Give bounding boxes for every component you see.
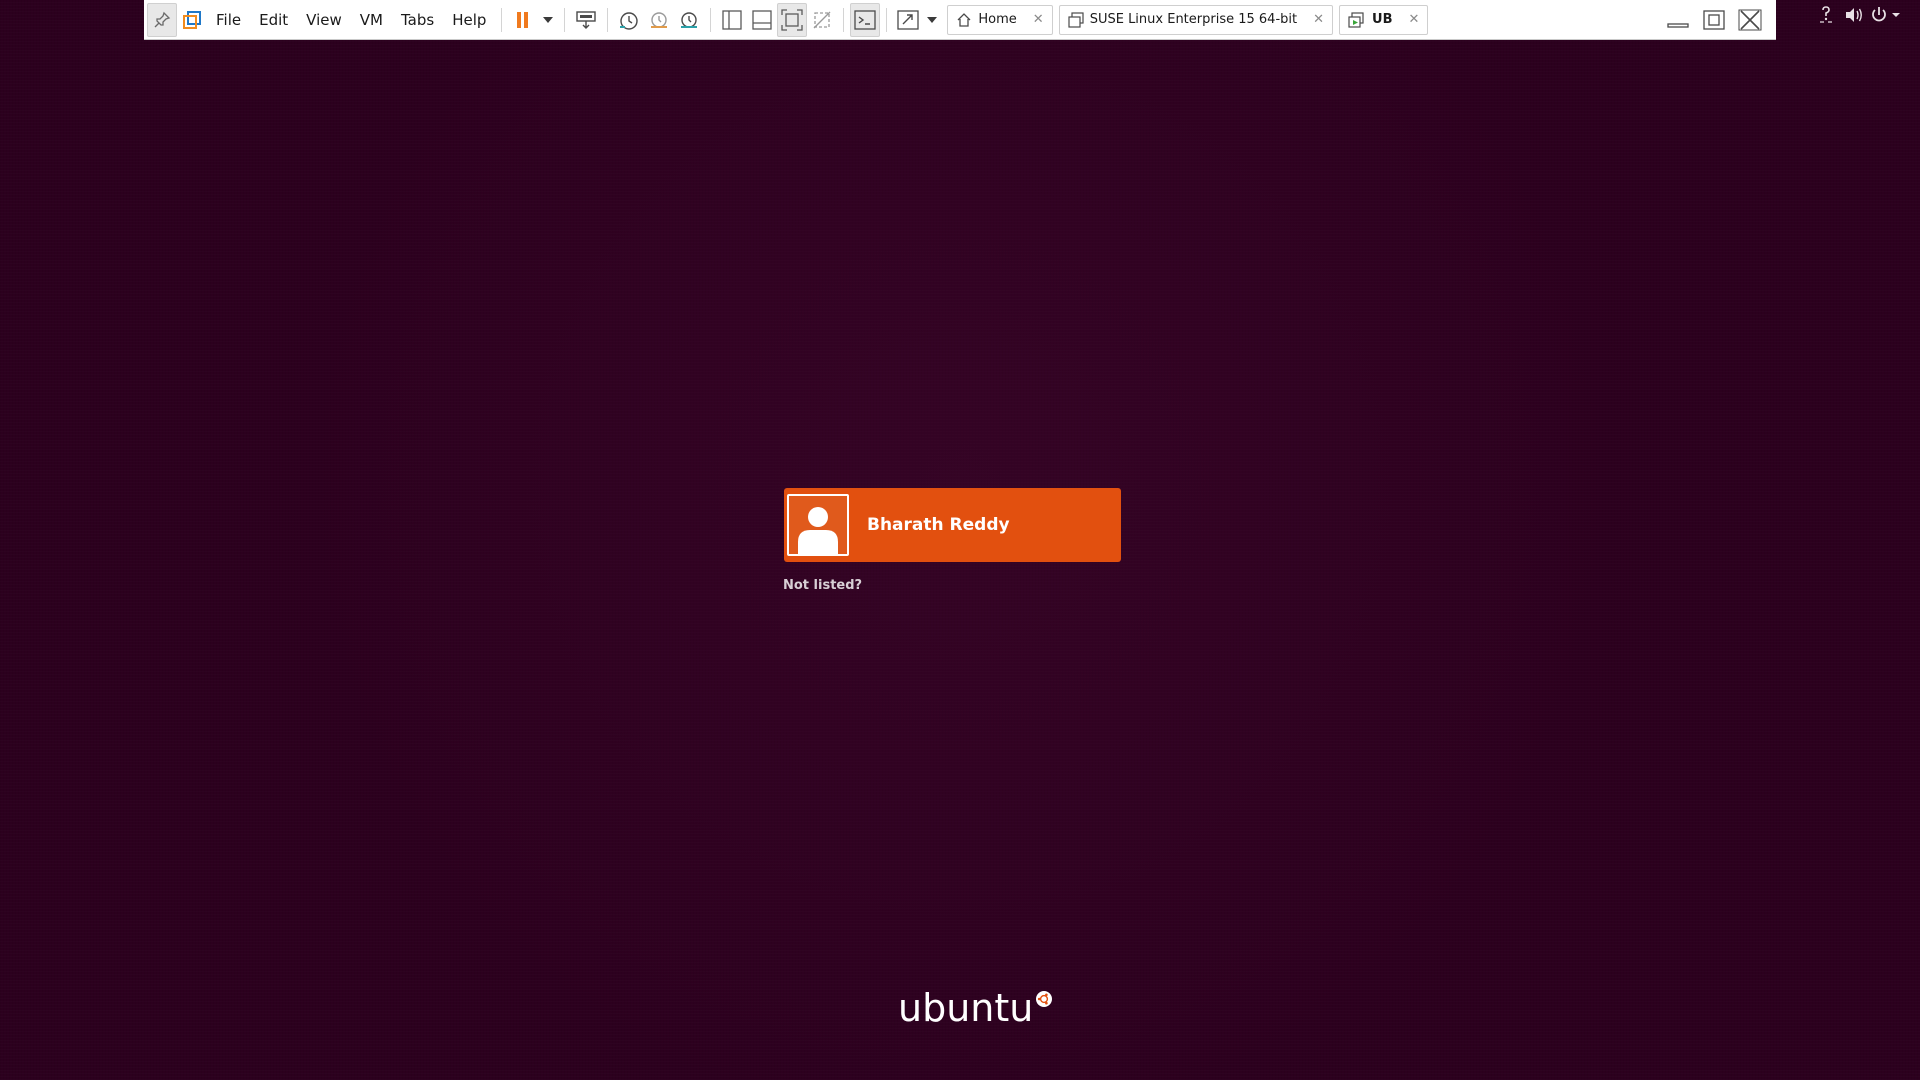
- accessibility-icon[interactable]: [1812, 2, 1840, 28]
- toolbar-separator: [710, 7, 712, 32]
- vmware-toolbar: File Edit View VM Tabs Help Home ✕ SUSE …: [144, 0, 1776, 40]
- panel-indicators: [1812, 2, 1906, 28]
- tab-home[interactable]: Home ✕: [947, 4, 1053, 35]
- toolbar-separator: [564, 7, 566, 32]
- tab-ub[interactable]: UB ✕: [1339, 4, 1429, 35]
- volume-icon[interactable]: [1840, 2, 1868, 28]
- home-icon: [957, 12, 971, 27]
- menu-edit[interactable]: Edit: [250, 3, 297, 37]
- revert-snapshot-icon[interactable]: [644, 3, 674, 37]
- tab-suse[interactable]: SUSE Linux Enterprise 15 64-bit ✕: [1058, 4, 1334, 35]
- unity-mode-icon[interactable]: [807, 3, 837, 37]
- menu-file[interactable]: File: [207, 3, 250, 37]
- show-library-icon[interactable]: [717, 3, 747, 37]
- close-icon[interactable]: ✕: [1033, 12, 1044, 27]
- vmware-logo-icon[interactable]: [177, 3, 207, 37]
- tab-home-label: Home: [978, 12, 1017, 27]
- user-avatar-icon: [798, 507, 838, 554]
- pin-toolbar-icon[interactable]: [147, 2, 177, 37]
- console-view-icon[interactable]: [850, 2, 881, 37]
- minimize-icon[interactable]: [1660, 2, 1696, 38]
- menu-help[interactable]: Help: [443, 3, 495, 37]
- power-options-dropdown-icon[interactable]: [538, 3, 558, 37]
- menu-vm[interactable]: VM: [351, 3, 392, 37]
- circle-of-friends-icon: [1036, 991, 1053, 1007]
- snapshot-manager-icon[interactable]: [674, 3, 704, 37]
- take-snapshot-icon[interactable]: [614, 3, 644, 37]
- vm-tab-icon: [1068, 11, 1084, 28]
- toolbar-separator: [501, 7, 503, 32]
- user-login-card[interactable]: Bharath Reddy: [784, 488, 1121, 562]
- avatar: [787, 494, 849, 556]
- close-window-icon[interactable]: [1732, 2, 1768, 38]
- full-screen-icon[interactable]: [777, 2, 808, 37]
- stretch-guest-icon[interactable]: [893, 3, 923, 37]
- tab-suse-label: SUSE Linux Enterprise 15 64-bit: [1089, 12, 1298, 27]
- vm-running-tab-icon: [1348, 11, 1364, 28]
- user-name: Bharath Reddy: [867, 515, 1010, 535]
- tab-ub-label: UB: [1372, 12, 1393, 27]
- menu-tabs[interactable]: Tabs: [392, 3, 443, 37]
- power-icon[interactable]: [1868, 2, 1906, 28]
- pause-vm-button[interactable]: [508, 3, 538, 37]
- not-listed-link[interactable]: Not listed?: [783, 578, 862, 593]
- stretch-dropdown-icon[interactable]: [923, 3, 941, 37]
- close-icon[interactable]: ✕: [1313, 12, 1324, 27]
- menu-view[interactable]: View: [297, 3, 351, 37]
- toolbar-separator: [843, 7, 845, 32]
- restore-icon[interactable]: [1696, 2, 1732, 38]
- ubuntu-wordmark: ubuntu: [898, 986, 1034, 1030]
- toolbar-separator: [607, 7, 609, 32]
- ubuntu-logo: ubuntu: [898, 985, 1053, 1035]
- toolbar-separator: [886, 7, 888, 32]
- window-controls: [1660, 0, 1768, 40]
- send-ctrl-alt-del-icon[interactable]: [571, 3, 601, 37]
- close-icon[interactable]: ✕: [1408, 12, 1419, 27]
- thumbnail-bar-icon[interactable]: [747, 3, 777, 37]
